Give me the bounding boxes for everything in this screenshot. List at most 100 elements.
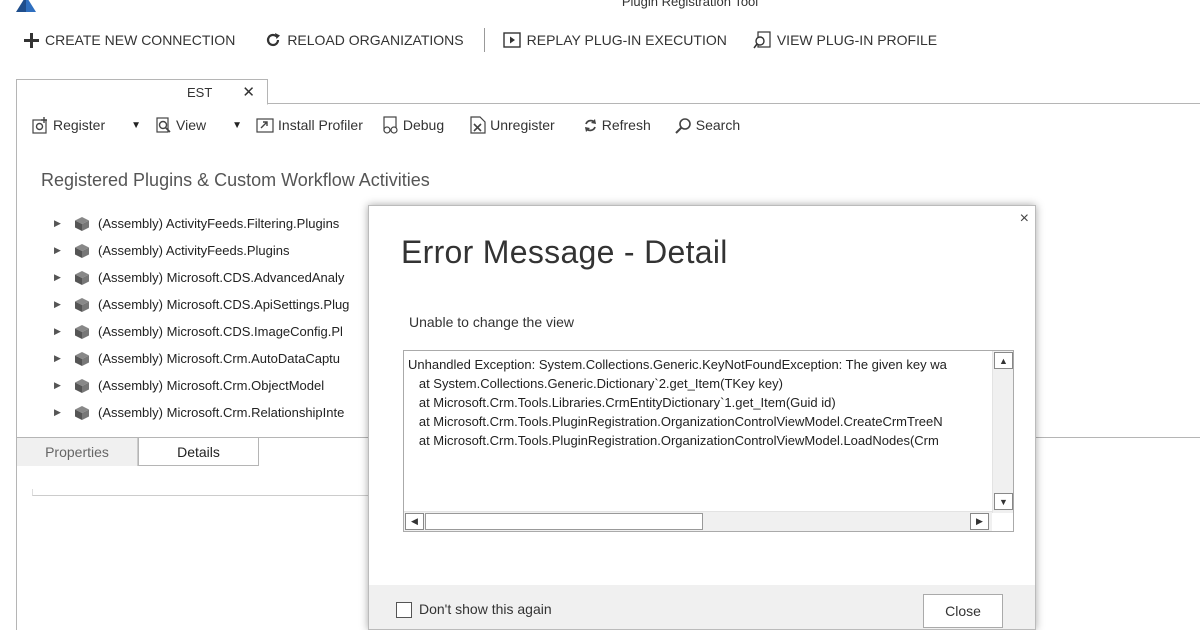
error-dialog: × Error Message - Detail Unable to chang… [368, 205, 1036, 630]
scroll-thumb[interactable] [425, 513, 703, 530]
detail-line: at Microsoft.Crm.Tools.PluginRegistratio… [408, 414, 943, 429]
detail-line: at Microsoft.Crm.Tools.PluginRegistratio… [408, 433, 939, 448]
dont-show-label: Don't show this again [419, 601, 552, 617]
register-label: Register [53, 117, 106, 133]
tree-item-label: (Assembly) Microsoft.CDS.AdvancedAnaly [98, 270, 345, 285]
refresh-icon [584, 118, 596, 132]
replay-plugin-label: REPLAY PLUG-IN EXECUTION [526, 32, 727, 48]
dialog-title: Error Message - Detail [401, 234, 728, 270]
close-icon[interactable]: × [1020, 210, 1029, 228]
debug-icon [383, 116, 398, 134]
expand-arrow-icon[interactable]: ▶ [54, 272, 62, 283]
error-detail-textbox[interactable]: Unhandled Exception: System.Collections.… [403, 350, 1014, 532]
debug-button[interactable]: Debug [381, 116, 444, 134]
details-panel [32, 489, 372, 496]
connection-tab[interactable]: EST ✕ [16, 79, 268, 105]
assembly-icon [74, 405, 90, 421]
dialog-footer: Don't show this again Close [369, 585, 1035, 629]
connection-tab-strip: EST ✕ [16, 79, 1200, 105]
tree-item-label: (Assembly) Microsoft.Crm.ObjectModel [98, 378, 325, 393]
install-profiler-icon [256, 117, 274, 133]
scroll-right-icon[interactable]: ▶ [970, 513, 989, 530]
expand-arrow-icon[interactable]: ▶ [54, 407, 62, 418]
lower-tab-strip: Properties Details [17, 438, 259, 466]
expand-arrow-icon[interactable]: ▶ [54, 380, 62, 391]
reload-organizations-button[interactable]: RELOAD ORGANIZATIONS [265, 32, 464, 48]
install-profiler-button[interactable]: Install Profiler [256, 117, 363, 133]
register-dropdown-icon[interactable]: ▼ [131, 120, 141, 131]
detail-line: at Microsoft.Crm.Tools.Libraries.CrmEnti… [408, 395, 836, 410]
close-tab-icon[interactable]: ✕ [242, 83, 255, 101]
assembly-icon [74, 270, 90, 286]
assembly-icon [74, 216, 90, 232]
scroll-up-icon[interactable]: ▲ [994, 352, 1013, 369]
tree-item-label: (Assembly) Microsoft.Crm.RelationshipInt… [98, 405, 345, 420]
close-button[interactable]: Close [923, 594, 1003, 628]
expand-arrow-icon[interactable]: ▶ [54, 245, 62, 256]
debug-label: Debug [402, 117, 445, 133]
expand-arrow-icon[interactable]: ▶ [54, 299, 62, 310]
error-summary: Unable to change the view [409, 314, 574, 330]
expand-arrow-icon[interactable]: ▶ [54, 326, 62, 337]
tree-item[interactable]: ▶ (Assembly) Microsoft.CDS.ImageConfig.P… [54, 318, 374, 345]
tree-item[interactable]: ▶ (Assembly) Microsoft.Crm.ObjectModel [54, 372, 374, 399]
assembly-icon [74, 243, 90, 259]
tree-item[interactable]: ▶ (Assembly) Microsoft.CDS.AdvancedAnaly [54, 264, 374, 291]
assembly-icon [74, 324, 90, 340]
title-bar: Plugin Registration Tool [0, 0, 1200, 14]
plugin-tree: ▶ (Assembly) ActivityFeeds.Filtering.Plu… [54, 210, 374, 426]
view-dropdown-icon[interactable]: ▼ [232, 120, 242, 131]
organization-toolbar: Register ▼ View ▼ Install Profiler Debug… [32, 113, 740, 137]
view-icon [156, 116, 171, 133]
tree-item[interactable]: ▶ (Assembly) ActivityFeeds.Plugins [54, 237, 374, 264]
section-title: Registered Plugins & Custom Workflow Act… [41, 170, 430, 190]
register-button[interactable]: Register [32, 116, 106, 134]
tree-item[interactable]: ▶ (Assembly) Microsoft.Crm.AutoDataCaptu [54, 345, 374, 372]
reload-organizations-label: RELOAD ORGANIZATIONS [287, 32, 464, 48]
tree-item-label: (Assembly) Microsoft.CDS.ImageConfig.Pl [98, 324, 343, 339]
refresh-label: Refresh [601, 117, 651, 133]
tree-item-label: (Assembly) ActivityFeeds.Plugins [98, 243, 290, 258]
tree-item[interactable]: ▶ (Assembly) Microsoft.Crm.RelationshipI… [54, 399, 374, 426]
replay-plugin-button[interactable]: REPLAY PLUG-IN EXECUTION [502, 32, 727, 48]
tree-item-label: (Assembly) ActivityFeeds.Filtering.Plugi… [98, 216, 340, 231]
main-toolbar: CREATE NEW CONNECTION RELOAD ORGANIZATIO… [0, 22, 1200, 58]
expand-arrow-icon[interactable]: ▶ [54, 218, 62, 229]
error-detail-text: Unhandled Exception: System.Collections.… [408, 355, 994, 510]
assembly-icon [74, 378, 90, 394]
scroll-down-icon[interactable]: ▼ [994, 493, 1013, 510]
unregister-label: Unregister [490, 117, 555, 133]
horizontal-scrollbar[interactable]: ◀ ▶ [404, 511, 992, 531]
detail-line: Unhandled Exception: System.Collections.… [408, 357, 947, 372]
plus-icon [24, 32, 39, 48]
expand-arrow-icon[interactable]: ▶ [54, 353, 62, 364]
replay-icon [502, 32, 521, 48]
tab-properties[interactable]: Properties [17, 438, 138, 466]
create-connection-label: CREATE NEW CONNECTION [45, 32, 236, 48]
view-button[interactable]: View [155, 116, 207, 134]
scroll-left-icon[interactable]: ◀ [405, 513, 424, 530]
tab-details[interactable]: Details [138, 438, 259, 466]
assembly-icon [74, 351, 90, 367]
window-title: Plugin Registration Tool [621, 0, 759, 9]
detail-line: at System.Collections.Generic.Dictionary… [408, 376, 783, 391]
tree-item[interactable]: ▶ (Assembly) ActivityFeeds.Filtering.Plu… [54, 210, 374, 237]
view-profile-label: VIEW PLUG-IN PROFILE [776, 32, 938, 48]
install-profiler-label: Install Profiler [278, 117, 363, 133]
create-connection-button[interactable]: CREATE NEW CONNECTION [24, 32, 235, 48]
register-icon [32, 116, 47, 134]
tree-item-label: (Assembly) Microsoft.CDS.ApiSettings.Plu… [98, 297, 350, 312]
view-profile-button[interactable]: VIEW PLUG-IN PROFILE [753, 31, 937, 49]
dont-show-checkbox[interactable] [396, 602, 412, 618]
profile-icon [753, 31, 771, 49]
vertical-scrollbar[interactable]: ▲ ▼ [992, 351, 1013, 513]
view-label: View [176, 117, 207, 133]
search-button[interactable]: Search [675, 117, 740, 134]
connection-tab-label: EST [187, 85, 213, 100]
tree-item[interactable]: ▶ (Assembly) Microsoft.CDS.ApiSettings.P… [54, 291, 374, 318]
toolbar-divider [483, 28, 485, 52]
unregister-icon [470, 116, 486, 134]
refresh-button[interactable]: Refresh [583, 117, 651, 133]
search-label: Search [695, 117, 741, 133]
unregister-button[interactable]: Unregister [470, 116, 555, 134]
